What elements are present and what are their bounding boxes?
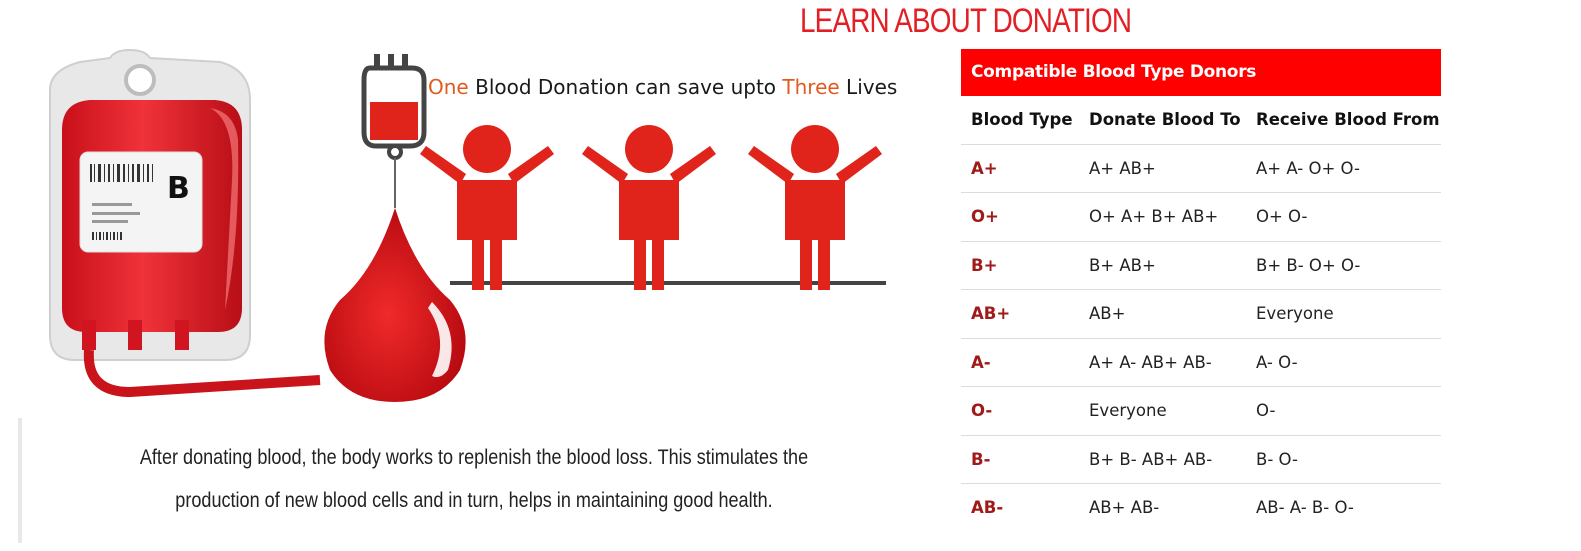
bag-label: B	[167, 171, 190, 206]
table-row: AB- AB+ AB- AB- A- B- O-	[961, 484, 1441, 532]
blood-type-cell: A+	[971, 158, 998, 178]
blood-type-cell: A-	[971, 352, 991, 372]
blood-bag-icon: B	[49, 48, 321, 398]
headline-three: Three	[781, 75, 839, 99]
table-row: AB+ AB+ Everyone	[961, 290, 1441, 339]
table-row: A- A+ A- AB+ AB- A- O-	[961, 339, 1441, 387]
caption-text: After donating blood, the body works to …	[139, 446, 809, 512]
blood-type-cell: AB-	[971, 498, 1004, 518]
donate-to-cell: B+ B- AB+ AB-	[1089, 449, 1213, 469]
receive-from-cell: A- O-	[1256, 352, 1298, 372]
page-title: LEARN ABOUT DONATION	[800, 2, 1132, 40]
column-header: Donate Blood To	[1089, 110, 1241, 130]
column-header: Receive Blood From	[1256, 110, 1440, 130]
blood-type-cell: O+	[971, 207, 999, 227]
headline-one: One	[428, 75, 469, 99]
table-row: A+ A+ AB+ A+ A- O+ O-	[961, 145, 1441, 193]
donate-to-cell: AB+	[1089, 304, 1126, 324]
blood-type-cell: O-	[971, 401, 993, 421]
donate-to-cell: A+ AB+	[1089, 158, 1156, 178]
donate-to-cell: Everyone	[1089, 401, 1167, 421]
blood-drop-icon	[324, 208, 466, 402]
receive-from-cell: AB- A- B- O-	[1256, 498, 1354, 518]
table-header-row: Blood Type Donate Blood To Receive Blood…	[961, 96, 1441, 145]
person-icon-2	[582, 125, 716, 290]
table-row: O- Everyone O-	[961, 387, 1441, 436]
caption-block: After donating blood, the body works to …	[18, 418, 922, 543]
receive-from-cell: O+ O-	[1256, 207, 1308, 227]
blood-type-cell: B+	[971, 255, 998, 275]
receive-from-cell: B+ B- O+ O-	[1256, 255, 1361, 275]
receive-from-cell: A+ A- O+ O-	[1256, 158, 1360, 178]
person-icon-1	[420, 125, 554, 290]
donate-to-cell: AB+ AB-	[1089, 498, 1160, 518]
donate-to-cell: A+ A- AB+ AB-	[1089, 352, 1212, 372]
donate-to-cell: O+ A+ B+ AB+	[1089, 207, 1219, 227]
receive-from-cell: B- O-	[1256, 449, 1298, 469]
column-header: Blood Type	[971, 110, 1073, 130]
table-row: B+ B+ AB+ B+ B- O+ O-	[961, 242, 1441, 290]
compatibility-table: Compatible Blood Type Donors Blood Type …	[961, 49, 1441, 532]
blood-type-cell: AB+	[971, 304, 1011, 324]
table-title: Compatible Blood Type Donors	[961, 49, 1441, 96]
headline-middle: Blood Donation can save upto	[469, 75, 783, 99]
table-row: O+ O+ A+ B+ AB+ O+ O-	[961, 193, 1441, 242]
headline-end: Lives	[840, 75, 898, 99]
person-icon-3	[748, 125, 882, 290]
drip-bag-icon	[361, 54, 427, 208]
blood-donation-illustration: B One Blood Donation can save upto Three…	[49, 48, 897, 402]
donate-to-cell: B+ AB+	[1089, 255, 1156, 275]
headline-text: One Blood Donation can save upto Three L…	[428, 75, 897, 99]
blood-type-cell: B-	[971, 449, 991, 469]
receive-from-cell: Everyone	[1256, 304, 1334, 324]
table-row: B- B+ B- AB+ AB- B- O-	[961, 436, 1441, 484]
receive-from-cell: O-	[1256, 401, 1276, 421]
